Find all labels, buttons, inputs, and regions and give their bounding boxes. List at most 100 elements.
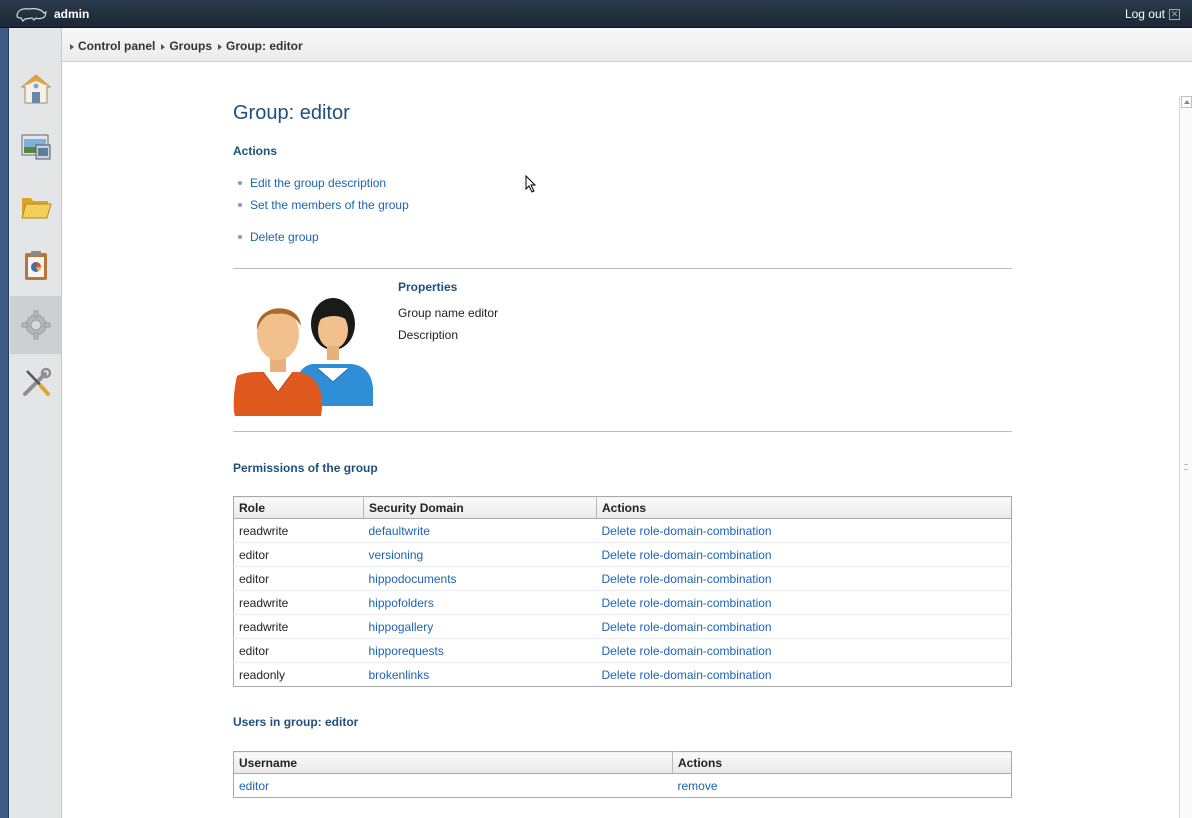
properties-heading: Properties (398, 280, 458, 294)
domain-cell: hippofolders (363, 590, 597, 615)
left-edge (0, 28, 9, 818)
security-domain-link[interactable]: defaultwrite (369, 524, 430, 538)
role-cell: editor (233, 638, 364, 663)
role-cell: readwrite (233, 518, 364, 543)
sidebar-item-tools[interactable] (10, 354, 61, 410)
role-cell: editor (233, 566, 364, 591)
column-header-domain[interactable]: Security Domain (363, 496, 597, 519)
table-row: editor remove (234, 774, 1012, 798)
domain-cell: hippogallery (363, 614, 597, 639)
delete-role-domain-link[interactable]: Delete role-domain-combination (602, 548, 772, 562)
breadcrumb-groups[interactable]: Groups (161, 39, 212, 53)
breadcrumb-control-panel[interactable]: Control panel (70, 39, 155, 53)
security-domain-link[interactable]: brokenlinks (369, 668, 430, 682)
table-row: readwrite hippogallery Delete role-domain-… (233, 614, 1012, 639)
breadcrumb-label: Group: editor (226, 39, 303, 53)
clipboard-chart-icon (24, 251, 47, 280)
role-cell: readwrite (233, 614, 364, 639)
breadcrumb-label: Control panel (78, 39, 156, 53)
remove-user-link[interactable]: remove (678, 779, 718, 793)
breadcrumb-bar: Control panel Groups Group: editor (62, 28, 1192, 62)
domain-cell: versioning (363, 542, 597, 567)
gear-icon (21, 310, 50, 340)
breadcrumb-label: Groups (169, 39, 213, 53)
vertical-scrollbar[interactable] (1179, 96, 1192, 818)
delete-role-domain-link[interactable]: Delete role-domain-combination (602, 620, 772, 634)
action-cell: Delete role-domain-combination (596, 590, 1012, 615)
triangle-right-icon (218, 44, 223, 50)
role-cell: readwrite (233, 590, 364, 615)
security-domain-link[interactable]: versioning (369, 548, 424, 562)
wrench-screwdriver-icon (22, 367, 51, 396)
action-cell: Delete role-domain-combination (596, 638, 1012, 663)
list-item: Delete group (238, 230, 319, 244)
divider (233, 431, 1012, 432)
sidebar-item-reports[interactable] (10, 237, 61, 293)
sidebar-item-admin[interactable] (10, 296, 61, 354)
bullet-icon (238, 203, 242, 207)
table-row: editor versioning Delete role-domain-combi… (233, 542, 1012, 567)
sidebar (9, 28, 62, 818)
scroll-up-button[interactable] (1181, 96, 1192, 108)
domain-cell: hipporequests (363, 638, 597, 663)
delete-group-link[interactable]: Delete group (250, 230, 319, 244)
group-name-label: Group name (398, 306, 465, 320)
sidebar-item-channels[interactable] (10, 118, 61, 174)
permissions-table: Role Security Domain Actions readwrite de… (233, 496, 1012, 687)
table-header-row: Role Security Domain Actions (233, 496, 1012, 519)
column-header-actions[interactable]: Actions (596, 496, 1012, 519)
delete-role-domain-link[interactable]: Delete role-domain-combination (602, 668, 772, 682)
column-header-username[interactable]: Username (233, 751, 673, 774)
table-header-row: Username Actions (233, 751, 1012, 774)
role-cell: readonly (239, 667, 286, 682)
delete-role-domain-link[interactable]: Delete role-domain-combination (602, 572, 772, 586)
username-cell: editor (234, 774, 673, 798)
username-link[interactable]: editor (239, 779, 269, 793)
breadcrumb-current: Group: editor (218, 39, 303, 53)
delete-role-domain-link[interactable]: Delete role-domain-combination (602, 596, 772, 610)
security-domain-link[interactable]: hippofolders (369, 596, 434, 610)
logout-label: Log out (1124, 7, 1165, 21)
table-row: editor hipporequests Delete role-domain-co… (233, 638, 1012, 663)
table-row: readwrite defaultwrite Delete role-domain-… (233, 518, 1012, 543)
list-item: Set the members of the group (238, 198, 409, 212)
house-icon (20, 74, 51, 104)
domain-cell: hippodocuments (363, 566, 597, 591)
page-title: Group: editor (233, 102, 350, 124)
triangle-right-icon (70, 44, 74, 50)
triangle-right-icon (161, 44, 166, 50)
sidebar-item-documents[interactable] (10, 178, 61, 234)
description-label: Description (398, 328, 459, 342)
delete-role-domain-link[interactable]: Delete role-domain-combination (602, 524, 772, 538)
security-domain-link[interactable]: hippodocuments (369, 572, 457, 586)
permissions-table-body: readwrite defaultwrite Delete role-domain-… (233, 518, 1012, 687)
delete-role-domain-link[interactable]: Delete role-domain-combination (602, 644, 772, 658)
hippo-logo-icon (16, 8, 47, 22)
mouse-cursor-icon (525, 175, 537, 193)
table-row: readonly brokenlinks Delete role-domain-co… (234, 663, 1012, 687)
group-avatar-icon (233, 298, 373, 416)
scroll-grip[interactable] (1184, 464, 1188, 470)
table-row: editor hippodocuments Delete role-domain-c… (233, 566, 1012, 591)
sidebar-item-home[interactable] (10, 61, 61, 117)
folder-icon (20, 198, 52, 219)
breadcrumb: Control panel Groups Group: editor (70, 39, 303, 53)
column-header-role[interactable]: Role (233, 496, 364, 519)
bullet-icon (238, 181, 242, 185)
set-members-link[interactable]: Set the members of the group (250, 198, 409, 212)
bullet-icon (238, 235, 242, 239)
column-header-actions[interactable]: Actions (672, 751, 1012, 774)
logout-link[interactable]: Log out ✕ (1125, 7, 1180, 21)
divider (233, 268, 1012, 269)
action-cell: Delete role-domain-combination (597, 663, 1012, 687)
permissions-heading: Permissions of the group (233, 461, 378, 475)
action-cell: Delete role-domain-combination (596, 614, 1012, 639)
edit-description-link[interactable]: Edit the group description (250, 176, 386, 190)
pictures-icon (21, 134, 50, 160)
security-domain-link[interactable]: hippogallery (369, 620, 434, 634)
domain-cell: defaultwrite (363, 518, 597, 543)
security-domain-link[interactable]: hipporequests (369, 644, 444, 658)
action-cell: remove (673, 774, 1012, 798)
action-cell: Delete role-domain-combination (596, 542, 1012, 567)
action-cell: Delete role-domain-combination (596, 566, 1012, 591)
